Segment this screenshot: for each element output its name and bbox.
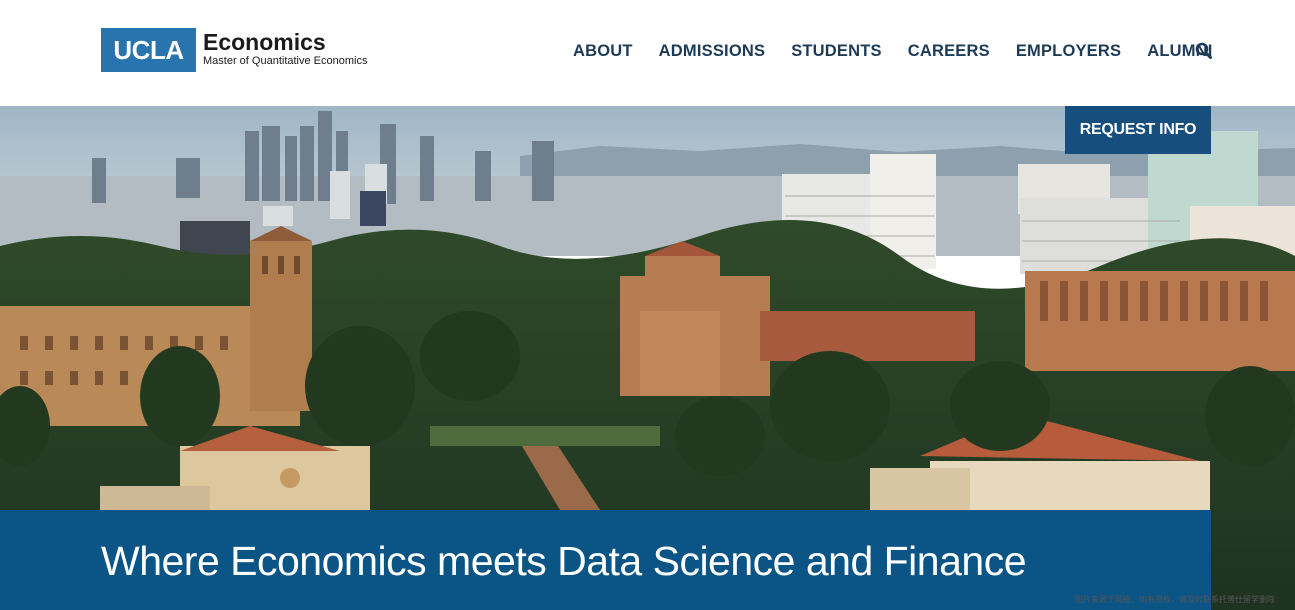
nav-admissions[interactable]: ADMISSIONS <box>659 42 766 61</box>
nav-students[interactable]: STUDENTS <box>791 42 882 61</box>
search-icon[interactable] <box>1195 42 1213 60</box>
nav-about[interactable]: ABOUT <box>573 42 633 61</box>
logo-title[interactable]: Economics <box>203 30 367 55</box>
ucla-economics-logo[interactable]: UCLA Economics Master of Quantitative Ec… <box>101 28 367 72</box>
site-header: UCLA Economics Master of Quantitative Ec… <box>0 0 1295 106</box>
logo-subtitle[interactable]: Master of Quantitative Economics <box>203 55 367 68</box>
hero-headline: Where Economics meets Data Science and F… <box>101 538 1027 584</box>
nav-employers[interactable]: EMPLOYERS <box>1016 42 1121 61</box>
main-nav: ABOUT ADMISSIONS STUDENTS CAREERS EMPLOY… <box>573 42 1239 61</box>
ucla-logo-box[interactable]: UCLA <box>101 28 196 72</box>
logo-text[interactable]: Economics Master of Quantitative Economi… <box>203 30 367 68</box>
nav-careers[interactable]: CAREERS <box>908 42 990 61</box>
request-info-button[interactable]: REQUEST INFO <box>1065 106 1211 154</box>
image-watermark: 图片来源于网络，如有侵权，请及时联系托普仕留学删除 <box>1075 595 1275 604</box>
